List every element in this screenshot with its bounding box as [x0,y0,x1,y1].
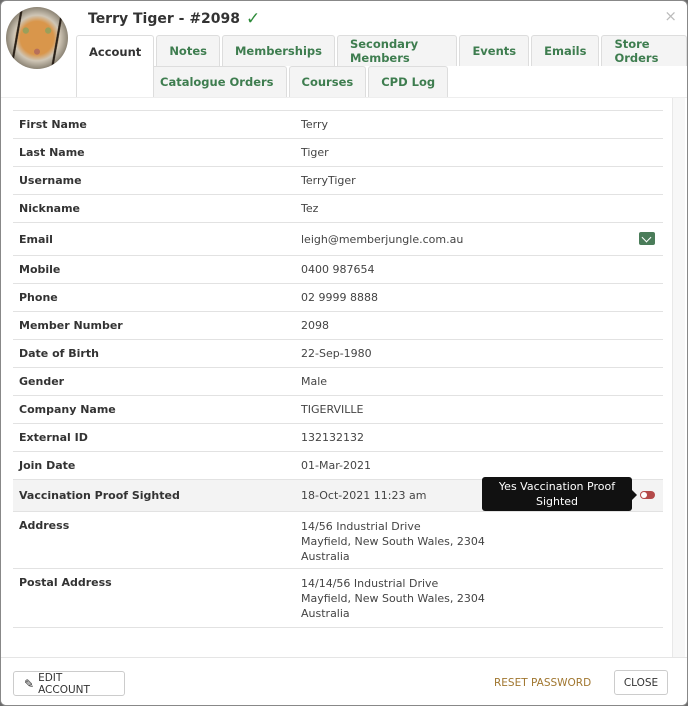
field-value: 0400 987654 [301,263,375,276]
tab-courses[interactable]: Courses [288,66,367,97]
field-label: Gender [19,375,65,388]
field-value: 132132132 [301,431,364,444]
pencil-icon: ✎ [24,676,35,691]
check-icon: ✓ [246,9,261,29]
table-row: Vaccination Proof Sighted 18-Oct-2021 11:… [13,477,663,512]
tab-secondary-members[interactable]: Secondary Members [336,35,458,66]
scrollbar[interactable] [672,98,685,657]
tab-account[interactable]: Account [76,35,155,97]
edit-account-button[interactable]: ✎ EDIT ACCOUNT [13,671,125,696]
field-label: Username [19,174,82,187]
table-row: Mobile 0400 987654 [13,256,663,284]
table-row: External ID 132132132 [13,424,663,452]
field-value: Tiger [301,146,329,159]
field-label: Date of Birth [19,347,99,360]
tooltip: Yes Vaccination Proof Sighted [482,477,637,511]
field-label: Vaccination Proof Sighted [19,489,180,502]
tab-memberships[interactable]: Memberships [221,35,335,66]
field-value: 01-Mar-2021 [301,459,371,472]
table-row: Address 14/56 Industrial Drive Mayfield, … [13,512,663,569]
modal-footer: ✎ EDIT ACCOUNT RESET PASSWORD CLOSE [1,657,687,705]
field-label: External ID [19,431,88,444]
table-row: Phone 02 9999 8888 [13,284,663,312]
field-label: Address [19,519,70,532]
member-modal: Terry Tiger - #2098 ✓ × Account Notes Me… [0,0,688,706]
table-row: Member Number 2098 [13,312,663,340]
field-value: leigh@memberjungle.com.au [301,232,464,246]
field-label: Join Date [19,459,76,472]
field-value: 14/56 Industrial Drive Mayfield, New Sou… [301,520,485,563]
field-label: Member Number [19,319,123,332]
field-label: First Name [19,118,87,131]
field-value: Tez [301,202,319,215]
field-value: 02 9999 8888 [301,291,378,304]
field-value: TIGERVILLE [301,403,364,416]
field-label: Mobile [19,263,61,276]
avatar [6,7,68,69]
table-row: Company Name TIGERVILLE [13,396,663,424]
field-label: Company Name [19,403,116,416]
table-row: Join Date 01-Mar-2021 [13,452,663,480]
field-label: Postal Address [19,576,112,589]
reset-password-link[interactable]: RESET PASSWORD [494,677,591,689]
field-value: 14/14/56 Industrial Drive Mayfield, New … [301,577,485,620]
tab-emails[interactable]: Emails [531,35,600,66]
table-row: Username TerryTiger [13,167,663,195]
table-row: Date of Birth 22-Sep-1980 [13,340,663,368]
table-row: Email leigh@memberjungle.com.au [13,223,663,256]
mail-icon[interactable] [639,232,655,245]
tab-events[interactable]: Events [459,35,530,66]
tab-bar-row-2: Catalogue Orders Courses CPD Log [147,66,449,97]
tab-cpd-log[interactable]: CPD Log [368,66,449,97]
field-value: 2098 [301,319,329,332]
field-value: TerryTiger [301,174,356,187]
field-label: Email [19,232,53,246]
field-label: Nickname [19,202,80,215]
close-button[interactable]: CLOSE [614,670,668,695]
tab-store-orders[interactable]: Store Orders [601,35,687,66]
table-row: Nickname Tez [13,195,663,223]
edit-account-label: EDIT ACCOUNT [38,671,90,696]
tab-notes[interactable]: Notes [156,35,220,66]
field-label: Last Name [19,146,85,159]
field-label: Phone [19,291,58,304]
tab-catalogue-orders[interactable]: Catalogue Orders [147,66,287,97]
toggle-icon[interactable] [640,491,655,499]
account-details-table: First Name Terry Last Name Tiger Username Ter… [13,110,663,628]
table-row: First Name Terry [13,111,663,139]
table-row: Gender Male [13,368,663,396]
field-value: Terry [301,118,328,131]
member-title: Terry Tiger - #2098 [88,11,241,27]
close-icon[interactable]: × [664,7,677,25]
page-title: Terry Tiger - #2098 ✓ [88,9,260,29]
table-row: Postal Address 14/14/56 Industrial Drive … [13,569,663,628]
field-value: 22-Sep-1980 [301,347,372,360]
table-row: Last Name Tiger [13,139,663,167]
field-value: Male [301,375,328,388]
